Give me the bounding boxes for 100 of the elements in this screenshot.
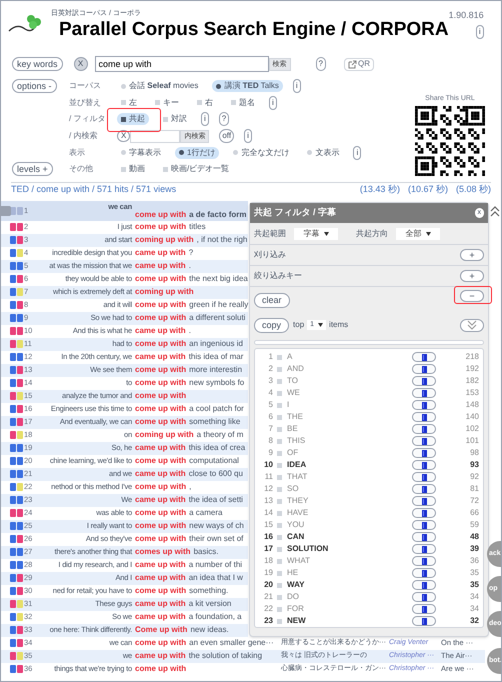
checkbox[interactable] xyxy=(277,486,282,492)
options-toggle[interactable]: options - xyxy=(12,79,57,94)
range-select[interactable]: 字幕 xyxy=(294,228,338,240)
checkbox-option[interactable]: 映画/ビデオ一覧 xyxy=(159,163,234,176)
toggle-button[interactable] xyxy=(412,592,436,602)
checkbox[interactable] xyxy=(277,462,282,468)
radio-option[interactable]: 講演 TED Talks xyxy=(212,80,283,92)
word-item[interactable]: 22 FOR 34 xyxy=(255,603,483,615)
breadcrumb-link[interactable]: TED / come up with / 571 hits / 571 views xyxy=(11,182,176,196)
info-button[interactable]: i xyxy=(292,79,301,94)
checkbox-option[interactable]: 左 xyxy=(117,96,141,109)
expand-button[interactable] xyxy=(460,318,484,332)
direction-select[interactable]: 全部 xyxy=(396,228,440,240)
filter-field[interactable] xyxy=(130,130,180,143)
book-icon xyxy=(422,594,426,600)
add-button[interactable]: + xyxy=(460,270,484,282)
checkbox-option[interactable]: 共起 xyxy=(117,113,149,126)
dropdown-arrow-icon xyxy=(318,323,324,327)
checkbox[interactable] xyxy=(277,474,282,480)
word-item[interactable]: 21 DO 34 xyxy=(255,591,483,603)
clear-button[interactable]: X xyxy=(74,57,88,71)
radio-option[interactable]: 完全な文だけ xyxy=(229,146,294,159)
checkbox[interactable] xyxy=(277,618,282,624)
word-item[interactable]: 14 HAVE 66 xyxy=(255,507,483,519)
toggle-button[interactable] xyxy=(412,568,436,578)
checkbox-option[interactable]: 右 xyxy=(193,96,217,109)
toggle-button[interactable] xyxy=(412,580,436,590)
checkbox-option[interactable]: 対訳 xyxy=(159,113,191,126)
word-item[interactable]: 23 NEW 32 xyxy=(255,615,483,627)
toggle-button[interactable] xyxy=(412,544,436,554)
site-title: Parallel Corpus Search Engine / CORPORA xyxy=(59,18,449,42)
toggle-button[interactable] xyxy=(412,400,436,410)
checkbox[interactable] xyxy=(277,546,282,552)
info-button[interactable]: i xyxy=(244,129,252,144)
checkbox-option[interactable]: キー xyxy=(151,96,183,109)
toggle-button[interactable] xyxy=(412,460,436,470)
toggle-button[interactable] xyxy=(412,508,436,518)
checkbox[interactable] xyxy=(277,354,282,360)
checkbox[interactable] xyxy=(277,378,282,384)
search-field[interactable]: come up with xyxy=(94,56,269,72)
toggle-button[interactable] xyxy=(412,496,436,506)
checkbox[interactable] xyxy=(277,570,282,576)
word-item[interactable]: 17 SOLUTION 39 xyxy=(255,543,483,555)
toggle-button[interactable] xyxy=(412,388,436,398)
toggle-button[interactable] xyxy=(412,448,436,458)
toggle-button[interactable] xyxy=(412,436,436,446)
radio-option[interactable]: 1行だけ xyxy=(175,146,220,159)
radio-option[interactable]: 文表示 xyxy=(303,146,344,159)
info-button[interactable]: i xyxy=(353,146,362,160)
checkbox[interactable] xyxy=(277,534,282,540)
toggle-button[interactable] xyxy=(412,556,436,566)
toggle-button[interactable] xyxy=(412,484,436,494)
copy-button[interactable]: copy xyxy=(254,318,290,332)
keywords-toggle[interactable]: key words xyxy=(12,57,63,71)
checkbox[interactable] xyxy=(277,594,282,600)
levels-toggle[interactable]: levels + xyxy=(12,162,53,176)
toggle-button[interactable] xyxy=(412,532,436,542)
checkbox[interactable] xyxy=(277,366,282,372)
toggle-button[interactable] xyxy=(412,604,436,614)
checkbox[interactable] xyxy=(277,438,282,444)
word-item[interactable]: 4 WE 153 xyxy=(255,387,483,399)
checkbox[interactable] xyxy=(277,510,282,516)
word-item[interactable]: 16 CAN 48 xyxy=(255,531,483,543)
checkbox[interactable] xyxy=(277,522,282,528)
checkbox[interactable] xyxy=(277,390,282,396)
toggle-button[interactable] xyxy=(412,616,436,626)
radio-option[interactable]: 会話 Seleaf movies xyxy=(117,80,202,92)
toggle-button[interactable] xyxy=(412,352,436,362)
info-button[interactable]: i xyxy=(269,96,277,110)
info-button[interactable]: i xyxy=(476,24,484,38)
qr-button[interactable]: QR xyxy=(344,58,374,70)
checkbox-option[interactable]: 題名 xyxy=(227,96,259,109)
toggle-button[interactable] xyxy=(412,520,436,530)
toggle-button[interactable] xyxy=(412,472,436,482)
option-label: コーパス xyxy=(69,80,102,92)
radio-option[interactable]: 字幕表示 xyxy=(117,146,165,159)
word-item[interactable]: 10 IDEA 93 xyxy=(255,459,483,471)
toggle-button[interactable] xyxy=(412,364,436,374)
checkbox[interactable] xyxy=(277,498,282,504)
clear-button[interactable]: X xyxy=(117,130,130,142)
info-button[interactable]: i xyxy=(201,112,209,126)
word-item[interactable]: 20 WAY 35 xyxy=(255,579,483,591)
toggle-button[interactable] xyxy=(412,376,436,386)
toggle-button[interactable] xyxy=(412,424,436,434)
checkbox[interactable] xyxy=(277,426,282,432)
add-button[interactable]: + xyxy=(460,249,484,261)
info-button[interactable]: off xyxy=(219,129,234,144)
word-item[interactable]: 3 TO 182 xyxy=(255,375,483,387)
checkbox[interactable] xyxy=(277,450,282,456)
checkbox[interactable] xyxy=(277,414,282,420)
checkbox[interactable] xyxy=(277,402,282,408)
checkbox-option[interactable]: 動画 xyxy=(117,163,149,176)
clear-button[interactable]: clear xyxy=(254,292,290,308)
info-button[interactable]: ? xyxy=(218,112,230,126)
toggle-button[interactable] xyxy=(412,412,436,422)
collapse-button[interactable]: − xyxy=(460,290,484,302)
checkbox[interactable] xyxy=(277,582,282,588)
checkbox[interactable] xyxy=(277,558,282,564)
checkbox[interactable] xyxy=(277,606,282,612)
help-button[interactable]: ? xyxy=(316,57,326,71)
